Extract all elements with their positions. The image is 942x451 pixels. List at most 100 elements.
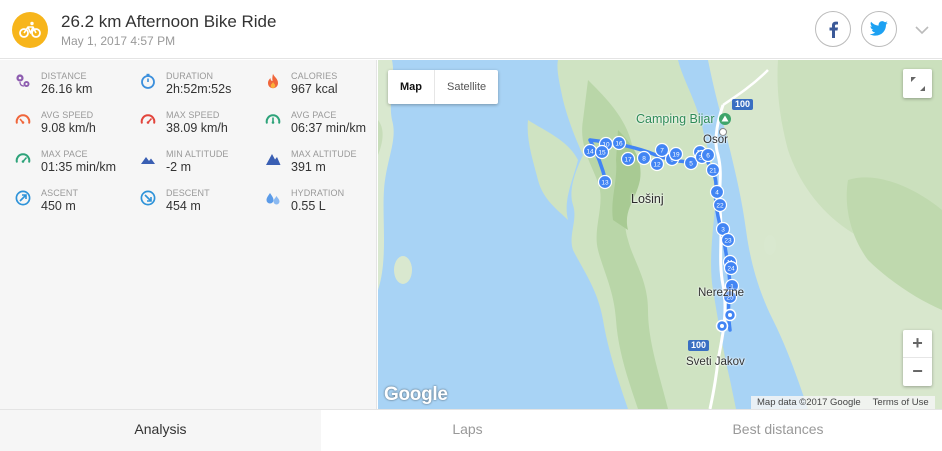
route-marker-6[interactable]: 6 bbox=[700, 147, 716, 163]
twitter-share-button[interactable] bbox=[861, 11, 897, 47]
stat-label: DISTANCE bbox=[41, 71, 87, 81]
stats-panel: DISTANCE 26.16 km DURATION 2h:52m:52s CA… bbox=[0, 60, 377, 409]
terms-of-use-link[interactable]: Terms of Use bbox=[873, 397, 929, 409]
twitter-icon bbox=[869, 21, 888, 36]
svg-text:14: 14 bbox=[586, 149, 594, 156]
stat-label: MAX ALTITUDE bbox=[291, 149, 357, 159]
stat-value: 454 m bbox=[166, 199, 201, 213]
map-type-map-button[interactable]: Map bbox=[388, 70, 435, 104]
svg-text:5: 5 bbox=[689, 161, 693, 168]
route-end-pin[interactable] bbox=[715, 319, 729, 333]
stat-calories: CALORIES 967 kcal bbox=[265, 71, 390, 107]
route-map[interactable]: 14 10 15 16 17 8 12 7 9 19 13 5 18 20 6 … bbox=[378, 60, 942, 409]
stat-max-altitude: MAX ALTITUDE 391 m bbox=[265, 149, 390, 185]
svg-text:21: 21 bbox=[709, 168, 717, 175]
route-marker-23[interactable]: 23 bbox=[720, 232, 736, 248]
svg-text:22: 22 bbox=[716, 203, 724, 210]
activity-title: 26.2 km Afternoon Bike Ride bbox=[61, 12, 277, 31]
svg-text:19: 19 bbox=[672, 152, 680, 159]
pace-gauge-icon bbox=[265, 114, 281, 124]
route-marker-24[interactable]: 24 bbox=[723, 260, 739, 276]
stat-value: 2h:52m:52s bbox=[166, 82, 232, 96]
distance-pin-icon bbox=[16, 74, 30, 87]
bicycle-icon bbox=[12, 12, 48, 48]
road-shield-100: 100 bbox=[688, 340, 710, 351]
svg-text:16: 16 bbox=[615, 141, 623, 148]
tab-best-distances[interactable]: Best distances bbox=[614, 410, 942, 451]
zoom-in-button[interactable]: + bbox=[903, 330, 932, 358]
chevron-down-icon[interactable] bbox=[915, 22, 929, 40]
stat-value: 01:35 min/km bbox=[41, 160, 117, 174]
stat-hydration: HYDRATION 0.55 L bbox=[265, 188, 390, 224]
stopwatch-icon bbox=[141, 73, 155, 89]
descent-arrow-icon bbox=[140, 190, 156, 206]
stat-value: 450 m bbox=[41, 199, 76, 213]
speedometer-icon bbox=[15, 114, 31, 124]
stat-label: DESCENT bbox=[166, 188, 210, 198]
stat-label: ASCENT bbox=[41, 188, 79, 198]
stat-label: MAX PACE bbox=[41, 149, 88, 159]
mountain-low-icon bbox=[141, 157, 155, 164]
pace-gauge-icon bbox=[15, 153, 31, 163]
map-type-satellite-button[interactable]: Satellite bbox=[435, 70, 498, 104]
route-marker-12[interactable]: 12 bbox=[649, 156, 665, 172]
map-label-osor: Osor bbox=[703, 134, 728, 146]
route-marker-8[interactable]: 8 bbox=[636, 150, 652, 166]
svg-text:12: 12 bbox=[653, 162, 661, 169]
stat-avg-pace: AVG PACE 06:37 min/km bbox=[265, 110, 390, 146]
svg-text:13: 13 bbox=[601, 180, 609, 187]
svg-text:15: 15 bbox=[598, 150, 606, 157]
stat-label: AVG SPEED bbox=[41, 110, 94, 120]
flame-icon bbox=[268, 73, 278, 89]
facebook-icon bbox=[829, 21, 838, 38]
svg-text:8: 8 bbox=[642, 156, 646, 163]
svg-text:24: 24 bbox=[727, 266, 735, 273]
svg-text:7: 7 bbox=[660, 148, 664, 155]
stat-label: CALORIES bbox=[291, 71, 338, 81]
fullscreen-icon bbox=[910, 76, 925, 91]
svg-text:4: 4 bbox=[715, 190, 719, 197]
route-marker-4[interactable]: 4 bbox=[709, 184, 725, 200]
map-type-control: Map Satellite bbox=[388, 70, 499, 104]
route-start-pin[interactable] bbox=[723, 308, 737, 322]
map-label-losinj: Lošinj bbox=[631, 192, 664, 206]
speedometer-icon bbox=[140, 114, 156, 124]
stat-value: 38.09 km/h bbox=[166, 121, 228, 135]
map-label-nerezine: Nerezine bbox=[698, 287, 745, 299]
stat-ascent: ASCENT 450 m bbox=[15, 188, 140, 224]
stat-label: HYDRATION bbox=[291, 188, 345, 198]
stat-label: DURATION bbox=[166, 71, 214, 81]
stat-value: 06:37 min/km bbox=[291, 121, 367, 135]
route-marker-19[interactable]: 19 bbox=[668, 146, 684, 162]
tab-laps[interactable]: Laps bbox=[321, 410, 614, 451]
zoom-out-button[interactable]: − bbox=[903, 358, 932, 386]
stat-duration: DURATION 2h:52m:52s bbox=[140, 71, 265, 107]
stat-value: 26.16 km bbox=[41, 82, 93, 96]
facebook-share-button[interactable] bbox=[815, 11, 851, 47]
route-marker-17[interactable]: 17 bbox=[620, 151, 636, 167]
route-marker-21[interactable]: 21 bbox=[705, 162, 721, 178]
map-label-sveti-jakov: Sveti Jakov bbox=[686, 356, 745, 368]
stat-value: -2 m bbox=[166, 160, 191, 174]
map-attribution: Map data ©2017 Google Terms of Use bbox=[751, 396, 935, 409]
stat-value: 9.08 km/h bbox=[41, 121, 96, 135]
route-marker-13[interactable]: 13 bbox=[597, 174, 613, 190]
tab-analysis[interactable]: Analysis bbox=[0, 410, 321, 451]
route-marker-14[interactable]: 14 bbox=[582, 143, 598, 159]
zoom-control: + − bbox=[903, 330, 932, 386]
fullscreen-button[interactable] bbox=[903, 69, 932, 98]
route-marker-15[interactable]: 15 bbox=[594, 144, 610, 160]
stat-descent: DESCENT 454 m bbox=[140, 188, 265, 224]
svg-text:17: 17 bbox=[624, 157, 632, 164]
activity-header: 26.2 km Afternoon Bike Ride May 1, 2017 … bbox=[0, 0, 942, 59]
mountain-high-icon bbox=[266, 154, 281, 165]
stat-label: MIN ALTITUDE bbox=[166, 149, 229, 159]
stat-min-altitude: MIN ALTITUDE -2 m bbox=[140, 149, 265, 185]
route-marker-16[interactable]: 16 bbox=[611, 135, 627, 151]
campground-marker-icon bbox=[719, 113, 731, 125]
map-data-text: Map data ©2017 Google bbox=[757, 397, 861, 408]
stat-label: MAX SPEED bbox=[166, 110, 220, 120]
route-marker-22[interactable]: 22 bbox=[712, 197, 728, 213]
stat-value: 391 m bbox=[291, 160, 326, 174]
stat-max-speed: MAX SPEED 38.09 km/h bbox=[140, 110, 265, 146]
